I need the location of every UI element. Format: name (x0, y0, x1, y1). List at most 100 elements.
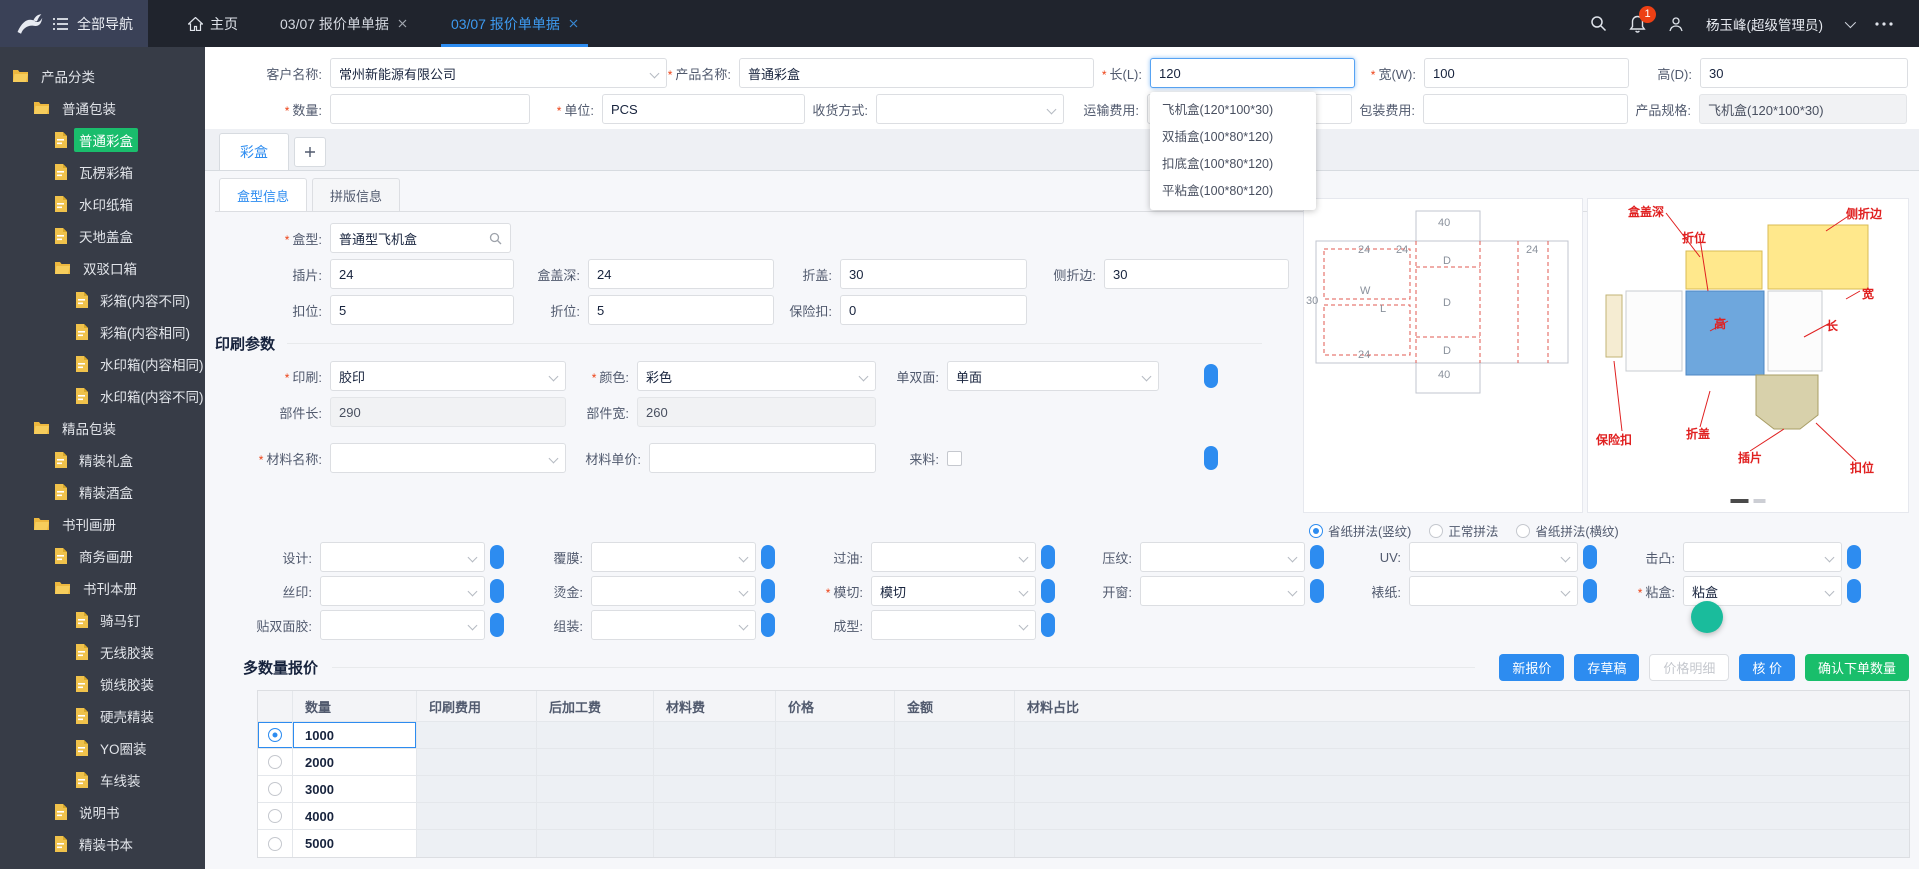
sidebar-item-1[interactable]: 普通包装 (0, 92, 205, 124)
sidebar-item-3[interactable]: 瓦楞彩箱 (0, 156, 205, 188)
imposition-mode-radio-2[interactable]: 省纸拼法(横纹) (1516, 521, 1619, 540)
more-options-icon[interactable] (1875, 21, 1893, 26)
assemble-select[interactable] (591, 610, 756, 640)
close-icon[interactable] (398, 19, 407, 28)
packing-fee-input[interactable] (1423, 94, 1628, 124)
uv-select[interactable] (1409, 542, 1578, 572)
quantity-input[interactable] (330, 94, 530, 124)
sidebar-item-11[interactable]: 精品包装 (0, 412, 205, 444)
process-info-pill[interactable] (1847, 545, 1861, 569)
buckle-position-input[interactable] (330, 295, 514, 325)
sidebar-item-0[interactable]: 产品分类 (0, 60, 205, 92)
user-avatar-icon[interactable] (1668, 16, 1684, 32)
lid-depth-input[interactable] (588, 259, 774, 289)
sidebar-item-7[interactable]: 彩箱(内容不同) (0, 284, 205, 316)
quantity-row-2000[interactable]: 2000 (258, 749, 1909, 776)
imposition-mode-radio-1[interactable]: 正常拼法 (1429, 521, 1498, 540)
quantity-row-1000[interactable]: 1000 (258, 722, 1909, 749)
tab-quotation-2-active[interactable]: 03/07 报价单单据 (435, 0, 594, 47)
sidebar-item-10[interactable]: 水印箱(内容不同) (0, 380, 205, 412)
unit-input[interactable] (602, 94, 805, 124)
pagination-dot[interactable] (1753, 499, 1766, 503)
process-info-pill[interactable] (490, 579, 504, 603)
spec-dropdown-option-0[interactable]: 飞机盒(120*100*30) (1150, 97, 1316, 124)
film-lamination-select[interactable] (591, 542, 756, 572)
sides-select[interactable]: 单面 (947, 361, 1159, 391)
sidebar-item-4[interactable]: 水印纸箱 (0, 188, 205, 220)
sidebar-item-6[interactable]: 双驳口箱 (0, 252, 205, 284)
row-radio[interactable] (268, 836, 282, 851)
add-tab-button[interactable] (294, 137, 326, 167)
chevron-down-icon[interactable] (1844, 16, 1857, 28)
print-method-select[interactable]: 胶印 (330, 361, 566, 391)
design-select[interactable] (320, 542, 485, 572)
sidebar-item-8[interactable]: 彩箱(内容相同) (0, 316, 205, 348)
sidebar-item-2[interactable]: 普通彩盒 (0, 124, 205, 156)
sidebar-item-19[interactable]: 锁线胶装 (0, 668, 205, 700)
process-info-pill[interactable] (761, 579, 775, 603)
process-info-pill[interactable] (1204, 446, 1218, 470)
sidebar-item-20[interactable]: 硬壳精装 (0, 700, 205, 732)
quote-button-0[interactable]: 新报价 (1499, 653, 1565, 681)
deboss-select[interactable] (1683, 542, 1842, 572)
material-name-select[interactable] (330, 443, 566, 473)
quote-button-3[interactable]: 核 价 (1739, 653, 1795, 681)
process-info-pill[interactable] (1204, 364, 1218, 388)
height-input[interactable] (1700, 58, 1908, 88)
sidebar-item-16[interactable]: 书刊本册 (0, 572, 205, 604)
sidebar-item-14[interactable]: 书刊画册 (0, 508, 205, 540)
process-info-pill[interactable] (1310, 545, 1324, 569)
process-info-pill[interactable] (1310, 579, 1324, 603)
sidebar-item-13[interactable]: 精装酒盒 (0, 476, 205, 508)
pagination-dot-active[interactable] (1730, 499, 1749, 503)
imposition-mode-radio-0[interactable]: 省纸拼法(竖纹) (1309, 521, 1411, 540)
delivery-method-select[interactable] (876, 94, 1064, 124)
tab-box-info[interactable]: 盒型信息 (219, 178, 308, 211)
length-input[interactable] (1150, 58, 1355, 88)
row-radio[interactable] (268, 755, 282, 769)
double-side-tape-select[interactable] (320, 610, 485, 640)
tab-color-box[interactable]: 彩盒 (219, 133, 289, 170)
embossing-select[interactable] (1140, 542, 1305, 572)
row-radio[interactable] (268, 728, 282, 742)
sidebar-item-24[interactable]: 精装书本 (0, 828, 205, 860)
user-name[interactable]: 杨玉峰(超级管理员) (1706, 14, 1823, 34)
side-fold-input[interactable] (1104, 259, 1289, 289)
notifications-bell-icon[interactable]: 1 (1629, 5, 1656, 33)
process-info-pill[interactable] (490, 545, 504, 569)
brand-nav[interactable]: 全部导航 (0, 0, 148, 47)
tab-quotation-1[interactable]: 03/07 报价单单据 (264, 0, 423, 47)
hot-stamp-select[interactable] (591, 576, 756, 606)
spec-dropdown-option-1[interactable]: 双插盒(100*80*120) (1150, 124, 1316, 151)
sidebar-item-22[interactable]: 车线装 (0, 764, 205, 796)
process-info-pill[interactable] (1847, 579, 1861, 603)
sidebar-item-17[interactable]: 骑马钉 (0, 604, 205, 636)
sidebar-item-18[interactable]: 无线胶装 (0, 636, 205, 668)
varnish-select[interactable] (871, 542, 1036, 572)
process-info-pill[interactable] (490, 613, 504, 637)
window-cut-select[interactable] (1140, 576, 1305, 606)
safety-buckle-input[interactable] (840, 295, 1027, 325)
sidebar-item-12[interactable]: 精装礼盒 (0, 444, 205, 476)
quote-button-1[interactable]: 存草稿 (1574, 653, 1640, 681)
home-button[interactable]: 主页 (174, 0, 252, 47)
color-select[interactable]: 彩色 (637, 361, 876, 391)
quantity-row-4000[interactable]: 4000 (258, 803, 1909, 830)
fold-lid-input[interactable] (840, 259, 1027, 289)
material-price-input[interactable] (649, 443, 876, 473)
sidebar-item-15[interactable]: 商务画册 (0, 540, 205, 572)
process-info-pill[interactable] (761, 613, 775, 637)
sidebar-item-5[interactable]: 天地盖盒 (0, 220, 205, 252)
width-input[interactable] (1424, 58, 1629, 88)
silk-screen-select[interactable] (320, 576, 485, 606)
sidebar-item-21[interactable]: YO圈装 (0, 732, 205, 764)
sidebar-item-9[interactable]: 水印箱(内容相同) (0, 348, 205, 380)
process-info-pill[interactable] (1583, 579, 1597, 603)
fold-position-input[interactable] (588, 295, 774, 325)
process-info-pill[interactable] (1041, 579, 1055, 603)
forming-select[interactable] (871, 610, 1036, 640)
row-radio[interactable] (268, 809, 282, 823)
spec-dropdown-option-2[interactable]: 扣底盒(100*80*120) (1150, 151, 1316, 178)
incoming-material-checkbox[interactable] (947, 450, 962, 466)
process-info-pill[interactable] (1583, 545, 1597, 569)
